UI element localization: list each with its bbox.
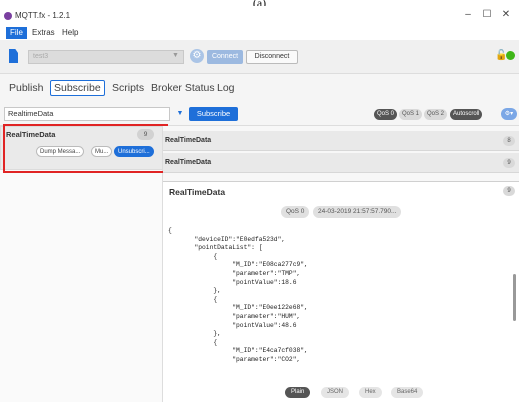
connect-button[interactable]: Connect <box>207 50 243 64</box>
app-logo-icon <box>4 12 12 20</box>
subscription-item[interactable]: RealTimeData 9 Dump Messa... Mu... Unsub… <box>0 126 163 170</box>
autoscroll-toggle[interactable]: Autoscroll <box>450 109 483 120</box>
subscription-count-badge: 9 <box>137 129 154 140</box>
message-detail: RealTimeData 9 QoS 0 24-03-2019 21:57:57… <box>163 181 519 402</box>
detail-count-badge: 9 <box>503 186 515 196</box>
message-topic: RealTimeData <box>165 159 212 166</box>
subscribe-button[interactable]: Subscribe <box>189 107 238 121</box>
connection-status-icon <box>506 51 515 60</box>
minimize-icon[interactable]: – <box>461 9 475 20</box>
chevron-down-icon[interactable]: ▼ <box>174 108 186 120</box>
mute-button[interactable]: Mu... <box>91 146 113 157</box>
menu-file[interactable]: File <box>6 27 27 39</box>
message-row[interactable]: RealTimeData 9 <box>163 153 519 173</box>
message-count-badge: 8 <box>503 136 515 146</box>
maximize-icon[interactable]: ☐ <box>480 9 494 20</box>
disconnect-button[interactable]: Disconnect <box>246 50 298 64</box>
tab-subscribe[interactable]: Subscribe <box>50 80 105 96</box>
close-icon[interactable]: ✕ <box>499 9 513 20</box>
main-tabs: Publish Subscribe Scripts Broker Status … <box>0 74 519 102</box>
gear-icon[interactable]: ⚙ <box>190 49 204 63</box>
tab-scripts[interactable]: Scripts <box>110 80 146 96</box>
topic-input[interactable]: RealtimeData <box>4 107 170 121</box>
file-icon[interactable] <box>9 49 18 63</box>
payload-scrollbar[interactable] <box>513 274 516 321</box>
window-title: MQTT.fx - 1.2.1 <box>15 11 71 20</box>
messages-panel: RealTimeData 8 RealTimeData 9 RealTimeDa… <box>163 126 519 402</box>
tab-broker-status[interactable]: Broker Status <box>149 80 217 96</box>
menu-bar: File Extras Help <box>0 26 519 40</box>
format-hex-button[interactable]: Hex <box>359 387 382 398</box>
tab-publish[interactable]: Publish <box>7 80 45 96</box>
payload-format-bar: Plain JSON Hex Base64 <box>163 382 519 402</box>
detail-timestamp: 24-03-2019 21:57:57.790... <box>313 206 402 218</box>
format-json-button[interactable]: JSON <box>321 387 350 398</box>
title-bar: MQTT.fx - 1.2.1 – ☐ ✕ <box>0 6 519 26</box>
detail-topic: RealTimeData <box>169 187 226 197</box>
format-plain-button[interactable]: Plain <box>285 387 311 398</box>
chevron-down-icon[interactable]: ▼ <box>172 52 179 59</box>
menu-extras[interactable]: Extras <box>28 27 59 39</box>
connection-profile-select[interactable]: test3 <box>28 50 184 64</box>
connection-toolbar: test3 ▼ ⚙ Connect Disconnect 🔓 <box>0 40 519 74</box>
format-base64-button[interactable]: Base64 <box>391 387 424 398</box>
detail-qos-badge: QoS 0 <box>281 206 310 218</box>
qos2-toggle[interactable]: QoS 2 <box>424 109 448 120</box>
dump-messages-button[interactable]: Dump Messa... <box>36 146 85 157</box>
qos1-toggle[interactable]: QoS 1 <box>399 109 423 120</box>
subscriptions-panel: RealTimeData 9 Dump Messa... Mu... Unsub… <box>0 126 163 402</box>
subscribe-bar: RealtimeData ▼ Subscribe QoS 0 QoS 1 QoS… <box>0 102 519 126</box>
qos0-toggle[interactable]: QoS 0 <box>374 109 398 120</box>
unsubscribe-button[interactable]: Unsubscri... <box>114 146 154 157</box>
message-payload: { "deviceID":"E0edfa523d", "pointDataLis… <box>168 227 308 363</box>
message-count-badge: 9 <box>503 158 515 168</box>
menu-help[interactable]: Help <box>58 27 82 39</box>
tab-log[interactable]: Log <box>215 80 237 96</box>
message-topic: RealTimeData <box>165 137 212 144</box>
message-row[interactable]: RealTimeData 8 <box>163 131 519 151</box>
subscription-topic: RealTimeData <box>6 130 56 139</box>
subscribe-settings-icon[interactable]: ⚙▾ <box>501 108 517 120</box>
